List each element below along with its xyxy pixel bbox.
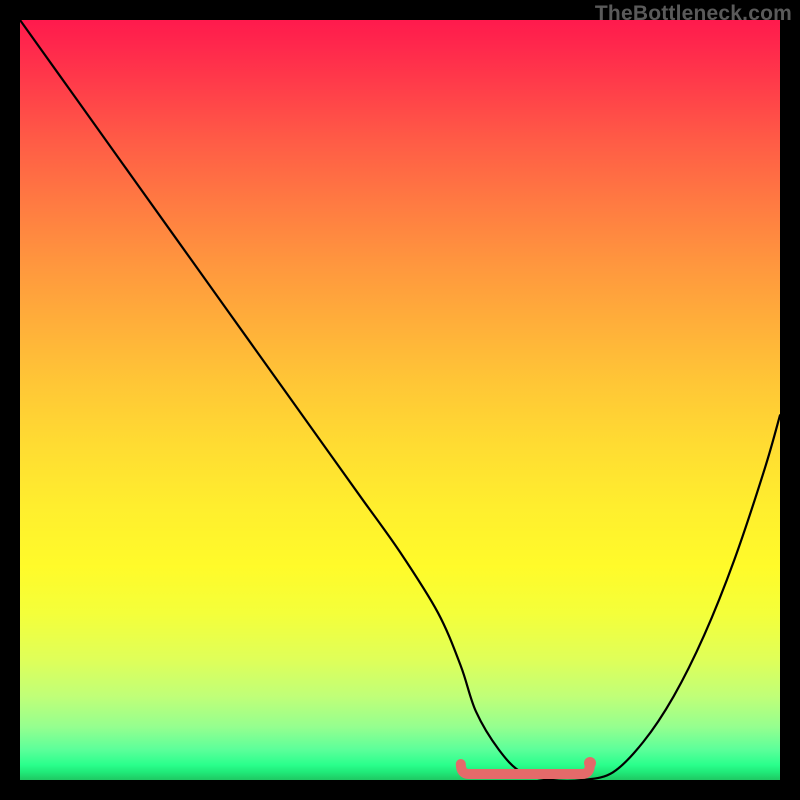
flat-region-dot xyxy=(584,757,596,769)
chart-container: TheBottleneck.com xyxy=(0,0,800,800)
plot-area xyxy=(20,20,780,780)
bottleneck-curve xyxy=(20,20,780,781)
chart-svg xyxy=(20,20,780,780)
flat-region-marker xyxy=(461,764,590,774)
